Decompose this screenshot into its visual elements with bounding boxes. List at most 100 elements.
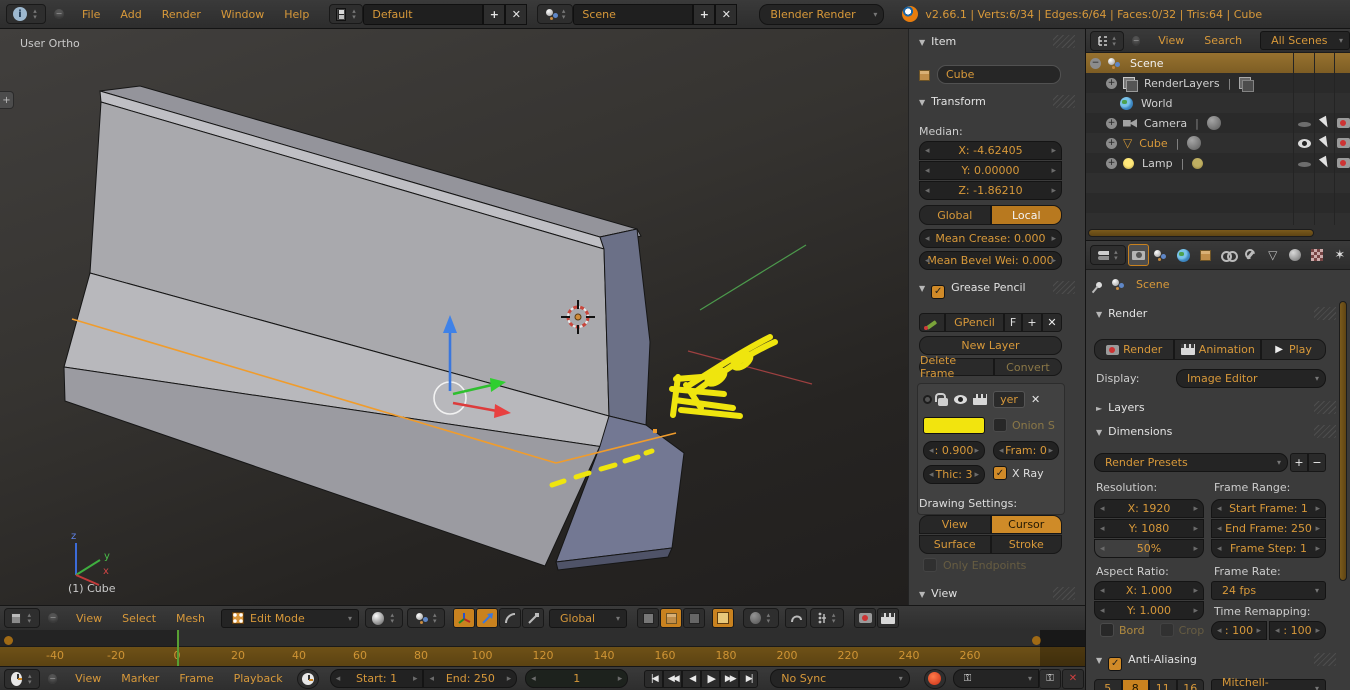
- render-toggle-icon[interactable]: [1337, 118, 1350, 128]
- outliner-row-lamp[interactable]: + Lamp |: [1086, 153, 1350, 173]
- delete-layer-icon[interactable]: [1031, 393, 1040, 406]
- render-opengl-button[interactable]: [854, 608, 877, 628]
- use-preview-range-button[interactable]: [296, 668, 319, 689]
- menu-add[interactable]: Add: [110, 8, 151, 21]
- end-frame-field[interactable]: End: 250: [423, 669, 518, 688]
- layout-browse-button[interactable]: [329, 4, 364, 24]
- play-button[interactable]: ▶: [701, 669, 721, 688]
- draw-cursor-button[interactable]: Cursor: [990, 515, 1062, 534]
- median-x-field[interactable]: X: -4.62405: [919, 141, 1062, 160]
- tab-texture[interactable]: [1307, 244, 1327, 266]
- display-dropdown[interactable]: Image Editor: [1176, 369, 1326, 388]
- limit-to-visible-button[interactable]: [712, 608, 735, 628]
- next-keyframe-button[interactable]: ▶▶: [720, 669, 740, 688]
- properties-scrollbar[interactable]: [1339, 301, 1347, 581]
- tab-material[interactable]: [1285, 244, 1305, 266]
- frame-lock-icon[interactable]: [973, 393, 987, 405]
- view-panel-header[interactable]: View: [919, 587, 957, 600]
- panel-drag-hatch[interactable]: [1314, 307, 1336, 320]
- jump-to-start-button[interactable]: |◀: [644, 669, 664, 688]
- mean-crease-field[interactable]: Mean Crease: 0.000: [919, 229, 1062, 248]
- tab-modifiers[interactable]: [1240, 244, 1260, 266]
- scrollbar-left-cap[interactable]: [4, 636, 13, 645]
- outliner-menu-view[interactable]: View: [1148, 34, 1194, 47]
- animation-button[interactable]: Animation: [1174, 339, 1262, 360]
- tab-data[interactable]: ▽: [1262, 244, 1282, 266]
- hide-toggle-icon[interactable]: [1298, 138, 1311, 148]
- aa-filter-dropdown[interactable]: Mitchell-Netravali: [1211, 676, 1326, 690]
- pivot-dropdown[interactable]: [407, 608, 446, 628]
- aa-samples-8-button[interactable]: 8: [1121, 679, 1149, 690]
- aa-samples-5-button[interactable]: 5: [1094, 679, 1122, 690]
- scale-manipulator-button[interactable]: [522, 608, 545, 628]
- timeline-ruler[interactable]: -40 -20 0 20 40 60 80 100 120 140 160 18…: [0, 630, 1085, 666]
- resolution-x-field[interactable]: X: 1920: [1094, 499, 1204, 518]
- info-editor-selector[interactable]: [6, 4, 46, 24]
- viewport-menu-mesh[interactable]: Mesh: [166, 612, 215, 625]
- orientation-dropdown[interactable]: Global: [549, 608, 628, 628]
- frame-step-field[interactable]: Frame Step: 1: [1211, 539, 1326, 558]
- viewport-menu-select[interactable]: Select: [112, 612, 166, 625]
- rotate-manipulator-button[interactable]: [499, 608, 522, 628]
- keying-set-field[interactable]: ⚿: [952, 669, 1039, 688]
- hide-toggle-icon[interactable]: [1298, 162, 1311, 167]
- menu-help[interactable]: Help: [274, 8, 319, 21]
- render-button[interactable]: Render: [1094, 339, 1175, 360]
- global-button[interactable]: Global: [919, 205, 991, 225]
- snap-toggle-button[interactable]: [785, 608, 808, 628]
- hide-toggle-icon[interactable]: [1298, 122, 1311, 127]
- region-expand-plus-icon[interactable]: +: [0, 91, 14, 109]
- grease-pencil-checkbox[interactable]: [931, 284, 946, 299]
- add-scene-button[interactable]: [693, 3, 716, 25]
- delete-keyframe-button[interactable]: ✕: [1062, 668, 1084, 689]
- layer-active-radio[interactable]: [923, 394, 932, 404]
- stroke-color-swatch[interactable]: [923, 417, 985, 434]
- resolution-percent-slider[interactable]: 50%: [1094, 539, 1204, 558]
- delete-layout-button[interactable]: [505, 3, 528, 25]
- manipulator-toggle-button[interactable]: [453, 608, 476, 628]
- viewport-3d[interactable]: z y x User Ortho (1) Cube +: [0, 29, 908, 605]
- antialiasing-panel-header[interactable]: Anti-Aliasing: [1096, 653, 1197, 671]
- only-endpoints-checkbox[interactable]: [923, 558, 937, 572]
- thickness-field[interactable]: Thic: 3: [923, 465, 985, 484]
- draw-surface-button[interactable]: Surface: [919, 535, 991, 554]
- timeline-editor-selector[interactable]: [4, 668, 40, 689]
- remove-preset-button[interactable]: −: [1308, 453, 1326, 472]
- outliner-row-scene[interactable]: − Scene: [1086, 53, 1350, 73]
- aspect-y-field[interactable]: Y: 1.000: [1094, 601, 1204, 620]
- scene-name-field[interactable]: Scene: [573, 3, 694, 25]
- crop-checkbox[interactable]: [1159, 623, 1174, 637]
- snap-element-dropdown[interactable]: [810, 608, 845, 628]
- viewport-canvas[interactable]: z y x: [0, 29, 908, 605]
- mean-bevel-field[interactable]: Mean Bevel Wei: 0.000: [919, 251, 1062, 270]
- new-layer-button[interactable]: New Layer: [919, 336, 1062, 355]
- gpencil-new-button[interactable]: [1022, 313, 1042, 332]
- draw-view-button[interactable]: View: [919, 515, 991, 534]
- add-layout-button[interactable]: [483, 3, 506, 25]
- selectability-toggle-icon[interactable]: [1318, 135, 1332, 150]
- menu-render[interactable]: Render: [152, 8, 211, 21]
- play-button[interactable]: ▶ Play: [1261, 339, 1326, 360]
- viewport-collapse-icon[interactable]: [48, 613, 58, 623]
- expand-icon[interactable]: +: [1106, 137, 1117, 149]
- gpencil-browse-button[interactable]: [919, 313, 945, 332]
- dimensions-panel-header[interactable]: Dimensions: [1096, 425, 1172, 438]
- resolution-y-field[interactable]: Y: 1080: [1094, 519, 1204, 538]
- play-reverse-button[interactable]: ◀: [682, 669, 702, 688]
- panel-drag-hatch[interactable]: [1053, 281, 1075, 294]
- menu-window[interactable]: Window: [211, 8, 274, 21]
- collapse-icon[interactable]: −: [1090, 57, 1101, 69]
- outliner-row-renderlayers[interactable]: + RenderLayers |: [1086, 73, 1350, 93]
- tab-scene[interactable]: [1151, 244, 1171, 266]
- collapse-menus-icon[interactable]: [54, 9, 64, 19]
- tab-object[interactable]: [1195, 244, 1215, 266]
- outliner-row-world[interactable]: World: [1086, 93, 1350, 113]
- unlock-icon[interactable]: [935, 392, 948, 406]
- panel-drag-hatch[interactable]: [1053, 95, 1075, 108]
- viewport-menu-view[interactable]: View: [66, 612, 112, 625]
- current-frame-line[interactable]: [177, 630, 179, 666]
- remap-old-field[interactable]: : 100: [1211, 621, 1267, 640]
- sync-dropdown[interactable]: No Sync: [770, 669, 910, 688]
- render-presets-dropdown[interactable]: Render Presets: [1094, 453, 1288, 472]
- local-button[interactable]: Local: [990, 205, 1062, 225]
